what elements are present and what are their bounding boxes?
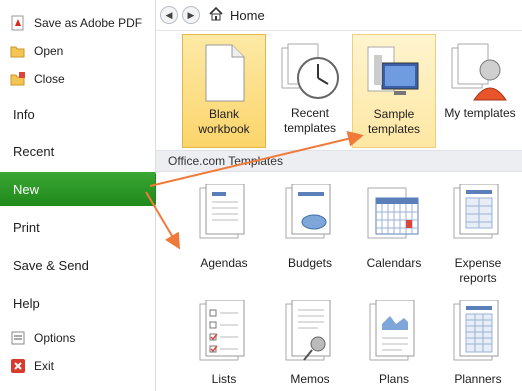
sample-templates-tile[interactable]: Sample templates xyxy=(352,34,436,148)
category-budgets[interactable]: Budgets xyxy=(268,184,352,271)
category-expense-reports[interactable]: Expense reports xyxy=(436,184,520,286)
agenda-document-icon xyxy=(199,184,245,239)
exit-icon xyxy=(10,358,26,374)
close-label: Close xyxy=(34,72,65,86)
save-as-pdf-command[interactable]: Save as Adobe PDF xyxy=(10,13,142,33)
calendar-icon xyxy=(367,187,419,239)
tab-print[interactable]: Print xyxy=(0,210,155,244)
recent-templates-label: Recent templates xyxy=(283,106,337,135)
category-lists[interactable]: Lists xyxy=(182,300,266,387)
my-templates-tile[interactable]: My templates xyxy=(438,34,522,148)
category-label: Calendars xyxy=(366,256,422,270)
category-memos[interactable]: Memos xyxy=(268,300,352,387)
my-templates-label: My templates xyxy=(444,106,516,120)
save-as-pdf-label: Save as Adobe PDF xyxy=(34,16,143,30)
close-command[interactable]: Close xyxy=(10,69,65,89)
category-calendars[interactable]: Calendars xyxy=(352,184,436,271)
tab-new[interactable]: New xyxy=(0,172,163,206)
options-icon xyxy=(10,330,26,346)
tab-info[interactable]: Info xyxy=(0,97,155,131)
close-folder-icon xyxy=(10,71,26,87)
category-label: Lists xyxy=(211,372,237,386)
category-plans[interactable]: Plans xyxy=(352,300,436,387)
user-icon xyxy=(451,43,507,101)
category-label: Budgets xyxy=(287,256,333,270)
tab-recent[interactable]: Recent xyxy=(0,134,155,168)
new-workbook-pane: ◀ ▶ Home Blank workbook Recent templates… xyxy=(156,0,522,391)
blank-workbook-tile[interactable]: Blank workbook xyxy=(182,34,266,148)
category-agendas[interactable]: Agendas xyxy=(182,184,266,271)
home-icon[interactable] xyxy=(208,6,224,25)
tab-save-send[interactable]: Save & Send xyxy=(0,248,155,282)
category-label: Planners xyxy=(454,372,502,386)
sample-templates-label: Sample templates xyxy=(367,107,421,136)
budget-document-icon xyxy=(285,184,331,239)
checklist-icon xyxy=(199,300,245,361)
backstage-sidebar: Save as Adobe PDF Open Close Info Recent… xyxy=(0,0,163,391)
expense-report-icon xyxy=(453,184,499,239)
open-command[interactable]: Open xyxy=(10,41,63,61)
computer-icon xyxy=(367,46,419,95)
blank-document-icon xyxy=(205,44,245,102)
options-label: Options xyxy=(34,331,76,345)
memo-pushpin-icon xyxy=(285,300,331,361)
blank-workbook-label: Blank workbook xyxy=(198,107,250,136)
address-bar: ◀ ▶ Home xyxy=(156,0,522,31)
category-label: Expense reports xyxy=(454,256,502,285)
forward-button[interactable]: ▶ xyxy=(182,6,200,24)
plan-chart-icon xyxy=(369,300,415,361)
clock-icon xyxy=(281,43,339,99)
open-label: Open xyxy=(34,44,64,58)
office-templates-section-header: Office.com Templates xyxy=(156,150,522,172)
category-label: Memos xyxy=(290,372,330,386)
planner-icon xyxy=(453,300,499,361)
recent-templates-tile[interactable]: Recent templates xyxy=(268,34,352,148)
category-label: Plans xyxy=(378,372,410,386)
back-button[interactable]: ◀ xyxy=(160,6,178,24)
options-command[interactable]: Options xyxy=(10,328,75,348)
category-planners[interactable]: Planners xyxy=(436,300,520,387)
exit-command[interactable]: Exit xyxy=(10,356,54,376)
address-path: Home xyxy=(230,7,265,23)
tab-help[interactable]: Help xyxy=(0,286,155,320)
open-folder-icon xyxy=(10,43,26,59)
exit-label: Exit xyxy=(34,359,55,373)
category-label: Agendas xyxy=(200,256,248,270)
pdf-icon xyxy=(10,15,26,31)
